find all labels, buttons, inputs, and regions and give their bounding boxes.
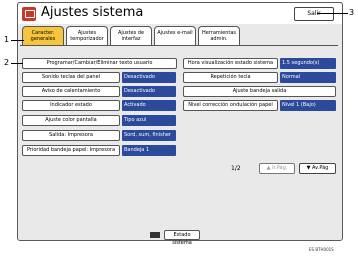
panel-key-sound-button[interactable]: Sonido teclas del panel <box>22 72 120 83</box>
status-indicator-button[interactable]: Indicador estado <box>22 100 120 111</box>
paper-tray-priority-value: Bandeja 1 <box>122 145 176 156</box>
status-icon <box>150 232 160 238</box>
page-indicator: 1/2 <box>231 165 241 172</box>
status-indicator-value: Activado <box>122 100 176 111</box>
callout-line-2 <box>11 63 23 64</box>
screen-color-value: Tipo azul <box>122 115 176 126</box>
panel-key-sound-value: Desactivado <box>122 72 176 83</box>
tab-interface-settings[interactable]: Ajustes de interfaz <box>110 26 152 46</box>
printer-output-button[interactable]: Salida: Impresora <box>22 130 120 141</box>
window-title: Ajustes sistema <box>41 5 144 20</box>
callout-number-1: 1 <box>4 35 10 44</box>
exit-button[interactable]: Salir <box>294 7 334 21</box>
system-settings-icon <box>22 7 36 21</box>
status-display-time-button[interactable]: Hora visualización estado sistema <box>183 58 278 69</box>
tab-email-settings[interactable]: Ajustes e-mail <box>154 26 196 46</box>
printer-output-value: Sord, sum, finisher <box>122 130 176 141</box>
warm-up-notice-button[interactable]: Aviso de calentamiento <box>22 86 120 97</box>
tab-timer-settings[interactable]: Ajustes temporizador <box>66 26 108 46</box>
key-repeat-button[interactable]: Repetición tecla <box>183 72 278 83</box>
callout-line-1 <box>11 40 24 41</box>
status-display-time-value: 1.5 segundo(s) <box>280 58 336 69</box>
previous-page-button[interactable]: ▲ Ir.Pág. <box>259 163 295 174</box>
key-repeat-value: Normal <box>280 72 336 83</box>
reference-code: ES BTH001S <box>309 247 334 252</box>
callout-number-3: 3 <box>349 8 355 17</box>
next-page-button[interactable]: ▼ Av.Pág <box>299 163 336 174</box>
title-bar: Ajustes sistema Salir <box>17 2 343 24</box>
output-tray-button[interactable]: Ajuste bandeja salida <box>183 86 336 97</box>
paper-tray-priority-button[interactable]: Prioridad bandeja papel: Impresora <box>22 145 120 156</box>
warm-up-notice-value: Desactivado <box>122 86 176 97</box>
screen-root: Ajustes sistema Salir Caracter. generale… <box>0 0 358 257</box>
tab-divider <box>20 45 338 46</box>
paper-curl-correction-value: Nivel 1 (Bajo) <box>280 100 336 111</box>
tab-admin-tools[interactable]: Herramientas admin. <box>198 26 240 46</box>
status-bar: Estado sistema <box>17 228 343 246</box>
screen-color-button[interactable]: Ajuste color pantalla <box>22 115 120 126</box>
user-text-button[interactable]: Programar/Cambiar/Eliminar texto usuario <box>22 58 177 69</box>
tab-bar: Caracter. generales Ajustes temporizador… <box>22 26 242 46</box>
callout-line-3 <box>317 13 348 14</box>
tab-general-features[interactable]: Caracter. generales <box>22 26 64 46</box>
system-status-button[interactable]: Estado sistema <box>164 230 200 246</box>
paper-curl-correction-button[interactable]: Nivel corrección ondulación papel <box>183 100 278 111</box>
callout-number-2: 2 <box>4 58 10 67</box>
